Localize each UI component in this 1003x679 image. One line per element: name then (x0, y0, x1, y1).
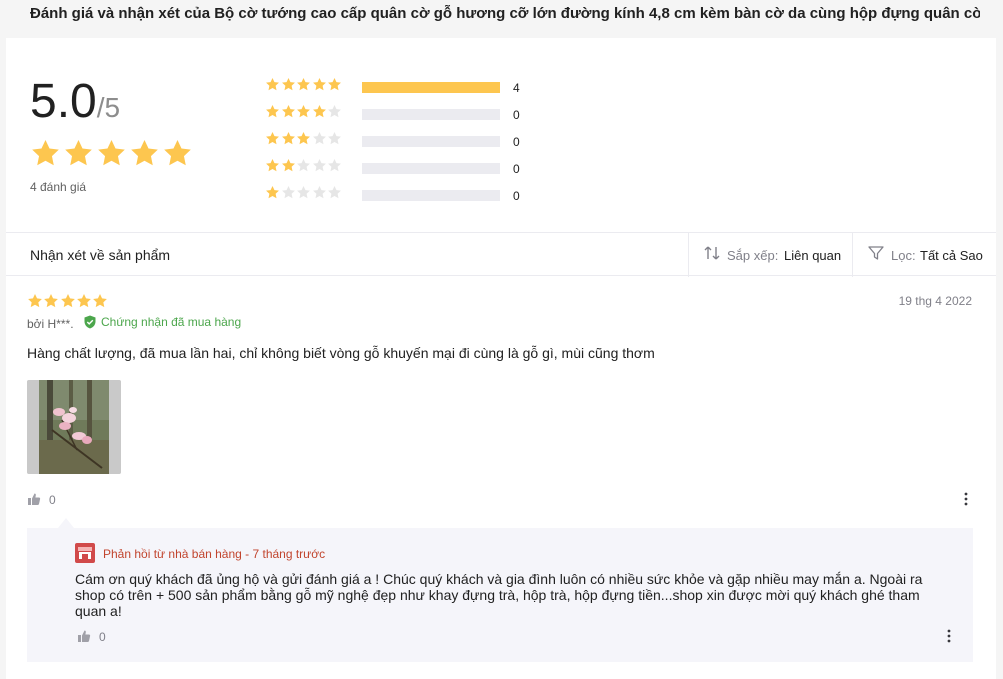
verified-purchase-badge: Chứng nhận đã mua hàng (83, 315, 241, 329)
funnel-icon (868, 246, 884, 260)
review-filter-bar: Nhận xét về sản phẩm Sắp xếp: Liên quan … (6, 232, 996, 277)
rating-bar (362, 163, 500, 174)
star-filled-icon (44, 294, 59, 308)
like-button[interactable]: 0 (27, 492, 56, 507)
star-filled-icon (28, 294, 42, 308)
rating-row-1-star: 0 (265, 184, 545, 211)
review-stars (27, 293, 108, 314)
star-empty-icon (312, 185, 326, 199)
star-empty-icon (297, 185, 311, 199)
rating-row-count: 4 (513, 81, 520, 95)
review-text: Hàng chất lượng, đã mua lần hai, chỉ khô… (27, 345, 655, 361)
seller-reply: Phản hồi từ nhà bán hàng - 7 tháng trước… (27, 528, 973, 662)
verified-text: Chứng nhận đã mua hàng (101, 315, 242, 329)
star-filled-icon (266, 77, 279, 91)
star-empty-icon (328, 131, 342, 145)
star-empty-icon (328, 104, 342, 118)
sort-value: Liên quan (784, 248, 842, 263)
rating-bar (362, 82, 500, 93)
rating-row-4-star: 0 (265, 103, 545, 130)
star-filled-icon (266, 158, 279, 172)
star-empty-icon (297, 158, 311, 172)
star-empty-icon (312, 158, 326, 172)
review-photo-thumbnail[interactable] (27, 380, 121, 474)
star-filled-icon (281, 158, 295, 172)
rating-distribution: 4 0 0 0 0 (265, 76, 545, 211)
blossom-photo (27, 380, 121, 474)
star-filled-icon (164, 139, 191, 166)
filter-value: Tất cả Sao (920, 248, 983, 263)
page-title: Đánh giá và nhận xét của Bộ cờ tướng cao… (30, 5, 980, 22)
star-filled-icon (98, 139, 125, 166)
star-filter-dropdown[interactable]: Lọc: Tất cả Sao (852, 233, 996, 277)
star-filled-icon (297, 104, 311, 118)
star-filled-icon (131, 139, 158, 166)
average-scale: /5 (96, 92, 121, 123)
reviews-card: 5.0/5 4 đánh giá 4 0 0 0 0 Nhận xét về sản p… (6, 38, 996, 679)
star-filled-icon (93, 294, 108, 308)
more-options-icon[interactable] (964, 492, 968, 506)
star-empty-icon (328, 158, 342, 172)
sort-key: Sắp xếp: (727, 248, 779, 263)
rating-row-count: 0 (513, 189, 520, 203)
reply-pointer (58, 518, 74, 528)
filter-bar-label: Nhận xét về sản phẩm (30, 247, 171, 263)
rating-bar (362, 190, 500, 201)
rating-row-count: 0 (513, 135, 520, 149)
rating-bar (362, 136, 500, 147)
star-filled-icon (32, 139, 59, 166)
average-value: 5.0 (30, 75, 97, 128)
thumbs-up-icon (78, 630, 91, 642)
rating-row-count: 0 (513, 108, 520, 122)
star-filled-icon (312, 77, 326, 91)
star-filled-icon (266, 104, 279, 118)
verified-shield-icon (84, 315, 96, 329)
reply-like-count: 0 (99, 630, 106, 644)
rating-row-2-star: 0 (265, 157, 545, 184)
star-filled-icon (297, 131, 311, 145)
review-count: 4 đánh giá (30, 180, 87, 194)
shop-icon (75, 543, 95, 563)
reply-text: Cám ơn quý khách đã ủng hộ và gửi đánh g… (75, 571, 923, 619)
average-rating: 5.0/5 (30, 78, 120, 126)
rating-row-stars (265, 104, 343, 124)
filter-key: Lọc: (891, 248, 916, 263)
thumbs-up-icon (28, 493, 41, 505)
rating-bar-fill (362, 82, 500, 93)
star-filled-icon (312, 104, 326, 118)
review-author: bởi H***. (27, 317, 74, 331)
star-empty-icon (281, 185, 295, 199)
star-filled-icon (266, 131, 279, 145)
page-header: Đánh giá và nhận xét của Bộ cờ tướng cao… (6, 0, 996, 36)
star-empty-icon (328, 185, 342, 199)
star-filled-icon (266, 185, 279, 199)
sort-arrows-icon (704, 246, 720, 260)
average-stars (30, 138, 195, 174)
star-filled-icon (60, 294, 75, 308)
star-filled-icon (328, 77, 342, 91)
reply-more-options-icon[interactable] (947, 629, 951, 643)
star-filled-icon (65, 139, 92, 166)
sort-dropdown[interactable]: Sắp xếp: Liên quan (688, 233, 852, 277)
star-filled-icon (281, 104, 295, 118)
review-date: 19 thg 4 2022 (898, 294, 972, 308)
star-filled-icon (281, 77, 295, 91)
review-item: 19 thg 4 2022 bởi H***. Chứng nhận đã mu… (6, 276, 996, 679)
rating-bar (362, 109, 500, 120)
like-count: 0 (49, 493, 56, 507)
star-empty-icon (312, 131, 326, 145)
star-filled-icon (77, 294, 91, 308)
star-filled-icon (281, 131, 295, 145)
rating-row-5-star: 4 (265, 76, 545, 103)
rating-row-stars (265, 131, 343, 151)
rating-row-stars (265, 77, 343, 97)
rating-summary: 5.0/5 4 đánh giá 4 0 0 0 0 (6, 38, 996, 232)
reply-title: Phản hồi từ nhà bán hàng - 7 tháng trước (103, 547, 326, 561)
star-filled-icon (297, 77, 311, 91)
rating-row-3-star: 0 (265, 130, 545, 157)
rating-row-count: 0 (513, 162, 520, 176)
rating-row-stars (265, 158, 343, 178)
rating-row-stars (265, 185, 343, 205)
reply-like-button[interactable]: 0 (77, 629, 106, 644)
